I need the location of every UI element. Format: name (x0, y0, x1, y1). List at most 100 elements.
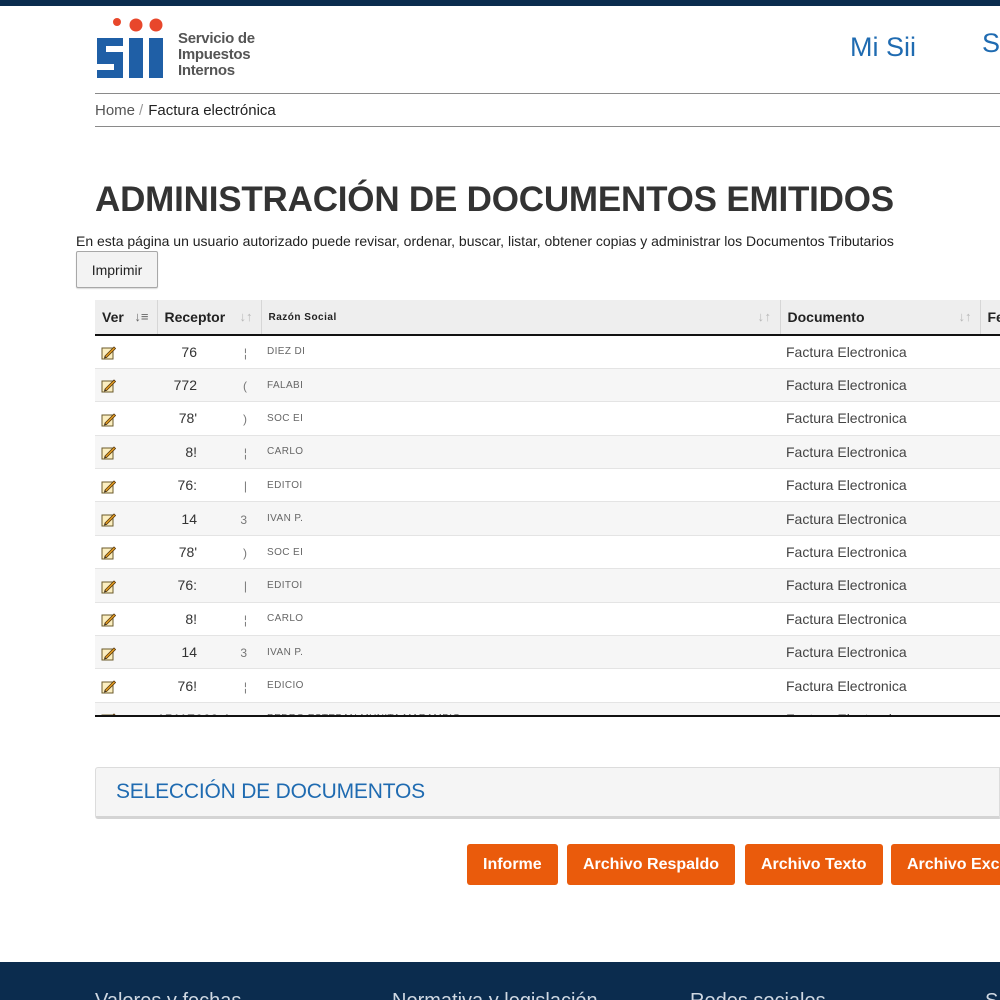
footer-link-redes[interactable]: Redes sociales (690, 990, 826, 1000)
breadcrumb: Home / Factura electrónica (95, 102, 276, 119)
row-view-cell[interactable] (95, 401, 157, 436)
sort-desc-icon: ↓≡ (134, 309, 149, 324)
receptor-cell: 15117660-1 (157, 702, 261, 715)
footer-link-normativa[interactable]: Normativa y legislación (392, 990, 598, 1000)
razon-social-cell: SOC EI (261, 401, 780, 436)
sii-logo-mark (97, 18, 163, 78)
table-row[interactable]: 78') SOC EI Factura Electronica (95, 401, 1000, 436)
breadcrumb-current: Factura electrónica (148, 102, 276, 119)
documento-cell: Factura Electronica (780, 535, 980, 570)
edit-pencil-icon[interactable] (101, 545, 116, 560)
table-row[interactable]: 14 3 IVAN P. Factura Electronica (95, 635, 1000, 670)
sii-logo[interactable]: Servicio de Impuestos Internos (95, 16, 275, 82)
edit-pencil-icon[interactable] (101, 679, 116, 694)
razon-social-cell: DIEZ DI (261, 335, 780, 369)
page-title: ADMINISTRACIÓN DE DOCUMENTOS EMITIDOS (95, 180, 894, 219)
fecha-cell (980, 635, 1000, 670)
document-selection-panel[interactable]: SELECCIÓN DE DOCUMENTOS (95, 767, 1000, 819)
documento-cell: Factura Electronica (780, 468, 980, 503)
receptor-cell: 8! ¦ (157, 435, 261, 470)
documents-table[interactable]: Ver ↓≡ Receptor ↓↑ Razón Social ↓↑ Document… (95, 300, 1000, 717)
table-row[interactable]: 76 ¦ DIEZ DI Factura Electronica (95, 335, 1000, 369)
razon-social-cell: IVAN P. (261, 635, 780, 670)
column-header-fecha[interactable]: Fe (980, 300, 1000, 336)
documento-cell: Factura Electronica (780, 401, 980, 436)
panel-title[interactable]: SELECCIÓN DE DOCUMENTOS (116, 780, 425, 804)
table-row[interactable]: 78') SOC EI Factura Electronica (95, 535, 1000, 570)
row-view-cell[interactable] (95, 568, 157, 603)
razon-social-cell: FALABI (261, 368, 780, 403)
receptor-cell: 76: | (157, 468, 261, 503)
razon-social-cell: CARLO (261, 602, 780, 637)
edit-pencil-icon[interactable] (101, 479, 116, 494)
edit-pencil-icon[interactable] (101, 378, 116, 393)
edit-pencil-icon[interactable] (101, 412, 116, 427)
sort-icon: ↓↑ (958, 309, 972, 324)
informe-button[interactable]: Informe (467, 844, 558, 885)
table-row[interactable]: 8! ¦ CARLO Factura Electronica (95, 435, 1000, 470)
print-button[interactable]: Imprimir (76, 251, 158, 288)
fecha-cell (980, 501, 1000, 536)
row-view-cell[interactable] (95, 501, 157, 536)
edit-pencil-icon[interactable] (101, 445, 116, 460)
nav-mi-sii[interactable]: Mi Sii (850, 32, 916, 63)
footer-link-valores[interactable]: Valores y fechas (95, 990, 241, 1000)
footer-link-next[interactable]: S (985, 990, 998, 1000)
table-row[interactable]: 76: | EDITOI Factura Electronica (95, 468, 1000, 503)
receptor-cell: 772( (157, 368, 261, 403)
archivo-texto-button[interactable]: Archivo Texto (745, 844, 883, 885)
edit-pencil-icon[interactable] (101, 612, 116, 627)
sort-icon: ↓↑ (757, 309, 772, 324)
archivo-respaldo-button[interactable]: Archivo Respaldo (567, 844, 736, 885)
table-row[interactable]: 14 3 IVAN P. Factura Electronica (95, 501, 1000, 536)
razon-social-cell: IVAN P. (261, 501, 780, 536)
edit-pencil-icon[interactable] (101, 579, 116, 594)
logo-text: Servicio de Impuestos Internos (178, 30, 255, 79)
documento-cell: Factura Electronica (780, 501, 980, 536)
column-header-receptor[interactable]: Receptor ↓↑ (157, 300, 262, 336)
fecha-cell (980, 568, 1000, 603)
receptor-cell: 14 3 (157, 635, 261, 670)
edit-pencil-icon[interactable] (101, 712, 116, 717)
receptor-cell: 76! ¦ (157, 668, 261, 703)
column-header-razon-social[interactable]: Razón Social ↓↑ (261, 300, 781, 336)
row-view-cell[interactable] (95, 702, 157, 717)
row-view-cell[interactable] (95, 335, 157, 369)
row-view-cell[interactable] (95, 368, 157, 403)
column-header-ver[interactable]: Ver ↓≡ (95, 300, 158, 336)
column-header-documento[interactable]: Documento ↓↑ (780, 300, 981, 336)
row-view-cell[interactable] (95, 668, 157, 703)
nav-next-item[interactable]: S (982, 28, 1000, 59)
table-row[interactable]: 76: | EDITOI Factura Electronica (95, 568, 1000, 603)
edit-pencil-icon[interactable] (101, 512, 116, 527)
table-row[interactable]: 8! ¦ CARLO Factura Electronica (95, 602, 1000, 637)
row-view-cell[interactable] (95, 602, 157, 637)
receptor-cell: 78') (157, 535, 261, 570)
fecha-cell (980, 668, 1000, 703)
fecha-cell (980, 335, 1000, 369)
table-row[interactable]: 76! ¦ EDICIO Factura Electronica (95, 668, 1000, 703)
archivo-excel-button[interactable]: Archivo Excel (891, 844, 1000, 885)
receptor-cell: 8! ¦ (157, 602, 261, 637)
edit-pencil-icon[interactable] (101, 646, 116, 661)
razon-social-cell: EDITOI (261, 568, 780, 603)
receptor-cell: 76: | (157, 568, 261, 603)
fecha-cell (980, 401, 1000, 436)
top-bar (0, 0, 1000, 6)
row-view-cell[interactable] (95, 535, 157, 570)
table-row[interactable]: 15117660-1PEDRO ESTEBAN MUNITA MARAMBIOF… (95, 702, 1000, 717)
receptor-cell: 14 3 (157, 501, 261, 536)
fecha-cell (980, 368, 1000, 403)
razon-social-cell: SOC EI (261, 535, 780, 570)
breadcrumb-separator: / (139, 102, 144, 119)
razon-social-cell: EDITOI (261, 468, 780, 503)
documento-cell: Factura Electronica (780, 435, 980, 470)
row-view-cell[interactable] (95, 468, 157, 503)
row-view-cell[interactable] (95, 435, 157, 470)
razon-social-cell: PEDRO ESTEBAN MUNITA MARAMBIO (261, 702, 780, 715)
edit-pencil-icon[interactable] (101, 345, 116, 360)
table-row[interactable]: 772(FALABI Factura Electronica (95, 368, 1000, 403)
row-view-cell[interactable] (95, 635, 157, 670)
documento-cell: Factura Electronica (780, 702, 980, 715)
breadcrumb-home[interactable]: Home (95, 102, 135, 119)
